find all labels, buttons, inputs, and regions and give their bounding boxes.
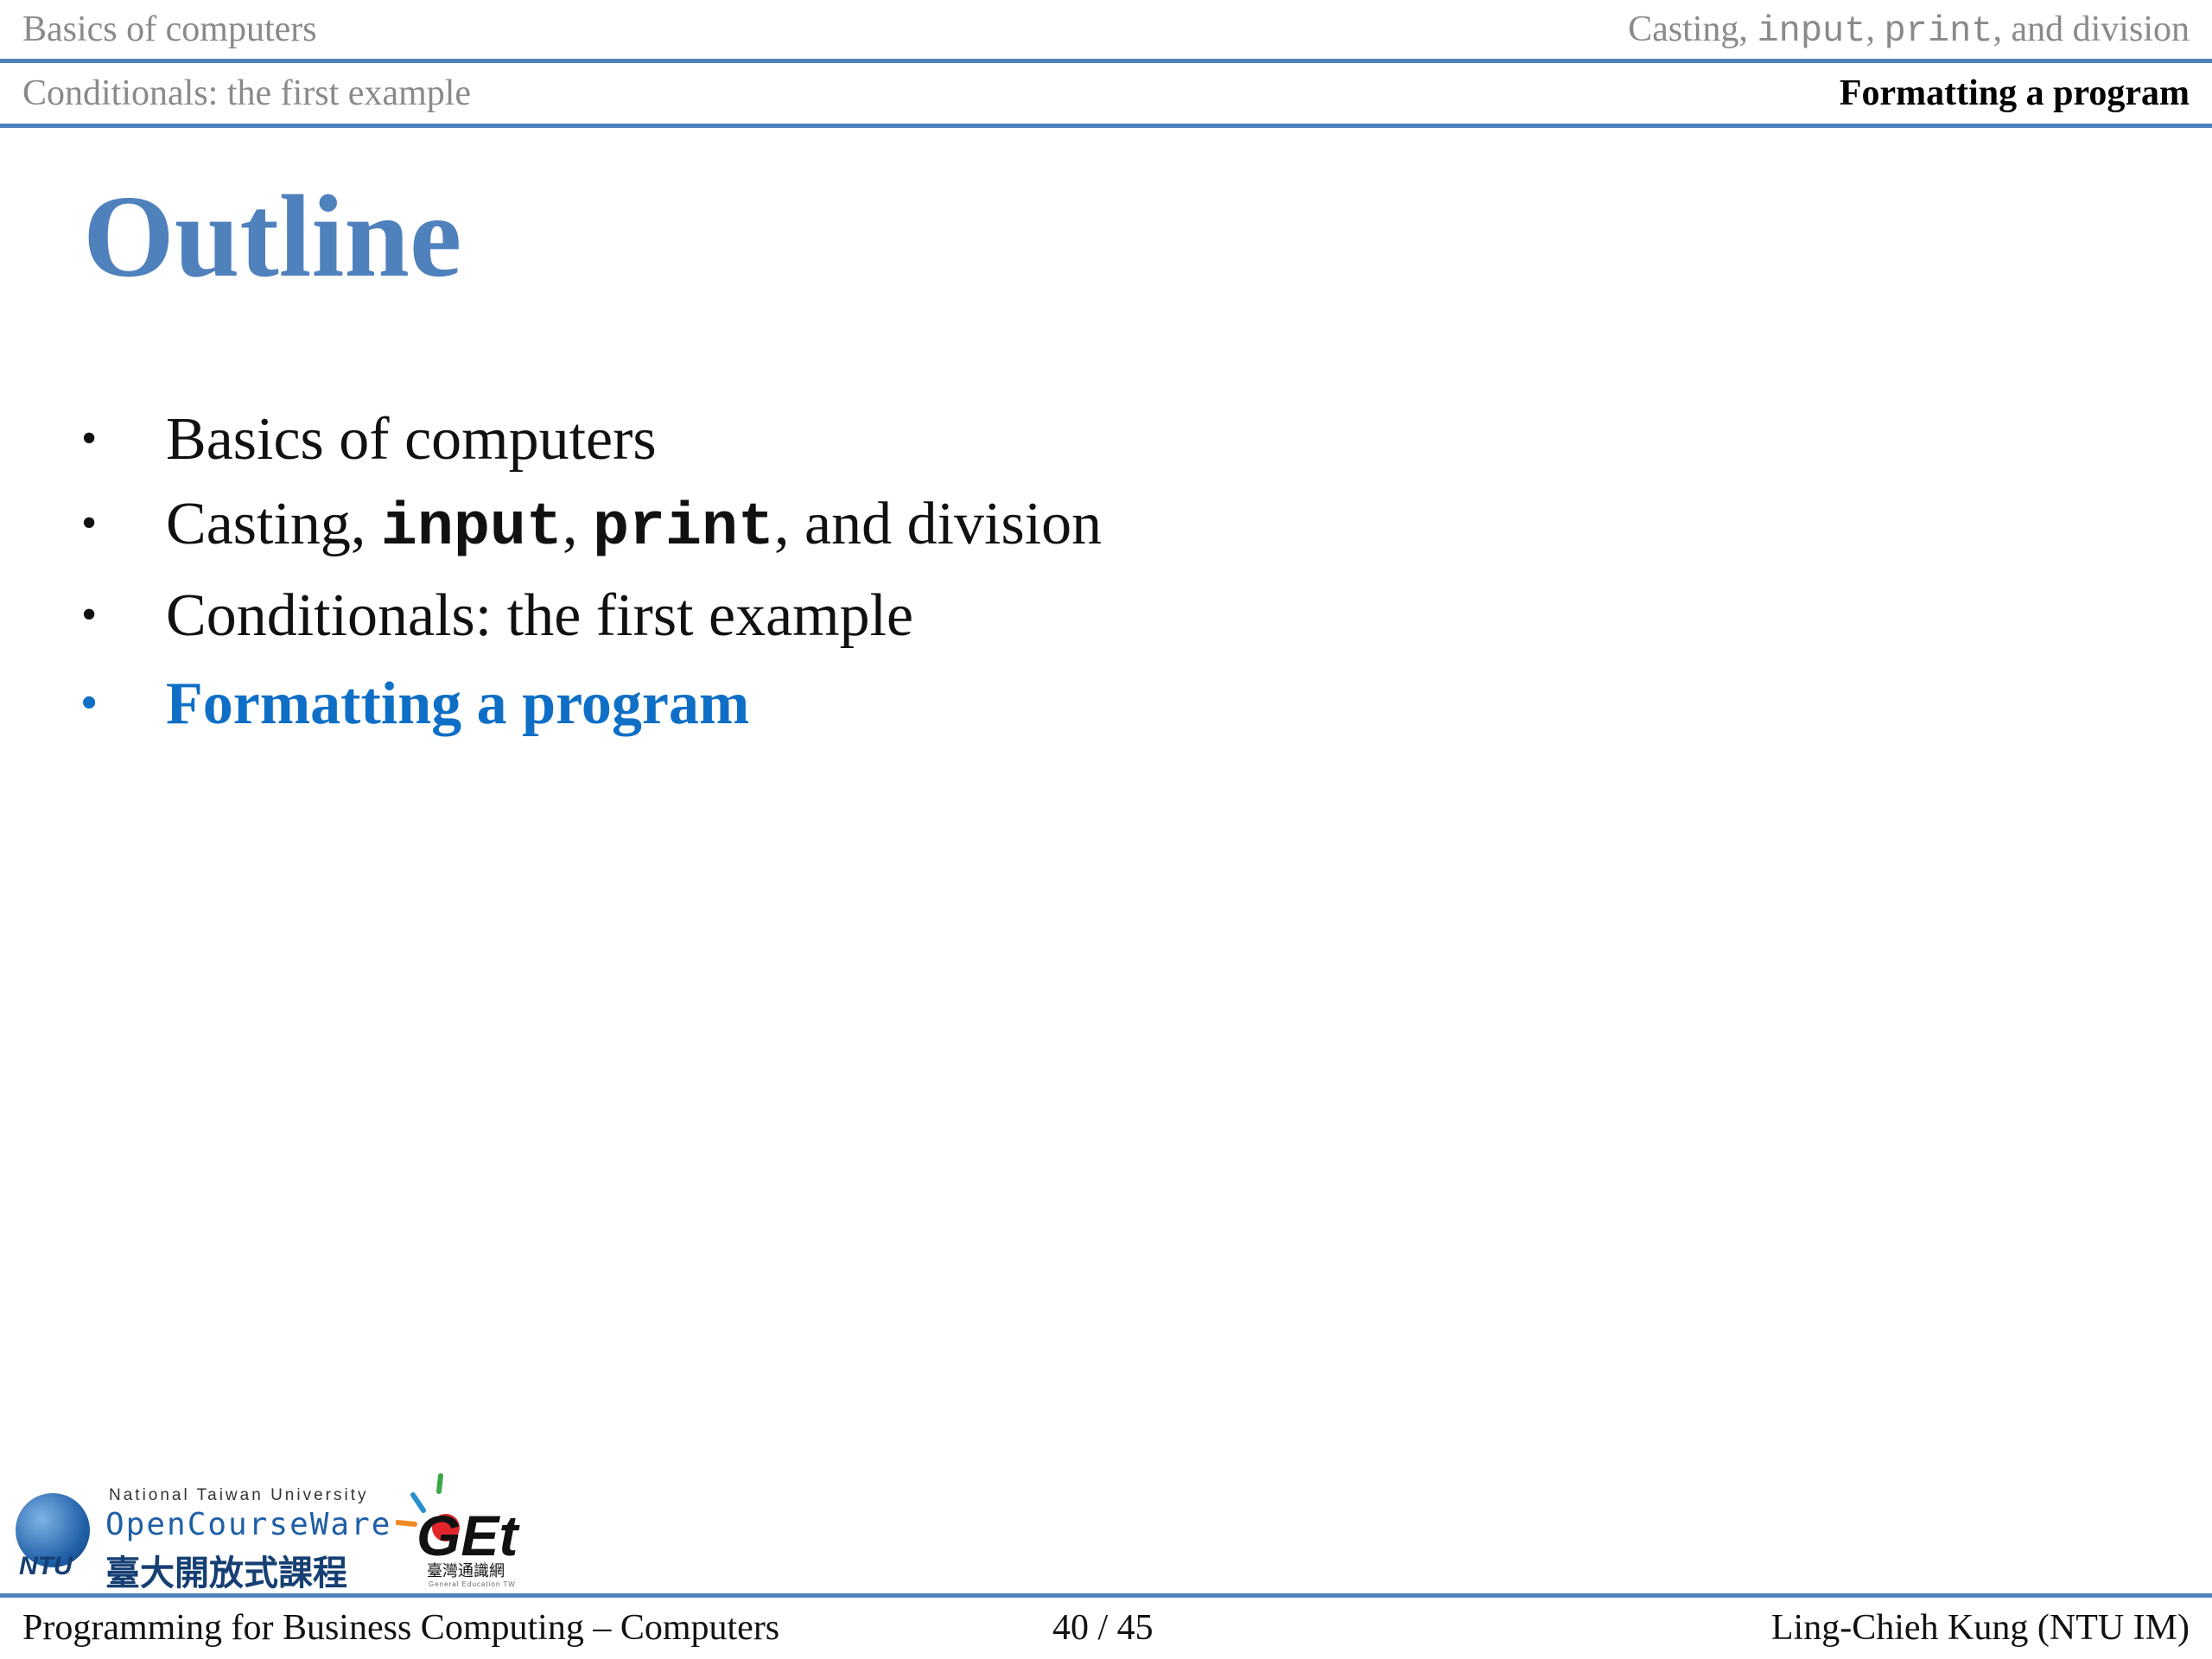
logos: NTU National Taiwan University OpenCours… [16, 1469, 551, 1593]
get-logo-text: GEt [416, 1503, 520, 1567]
casting-prefix: Casting, [166, 491, 381, 557]
nav-casting-sep: , [1866, 10, 1885, 49]
bullet: • [81, 678, 98, 728]
nav-casting-code-print: print [1884, 10, 1993, 52]
nav-section-conditionals[interactable]: Conditionals: the first example [22, 73, 471, 114]
ocw-university-text: National Taiwan University [109, 1486, 369, 1504]
nav-casting-suffix: , and division [1993, 10, 2190, 49]
nav-casting-code-input: input [1757, 10, 1866, 52]
outline-item-text: Formatting a program [166, 671, 750, 737]
code-input: input [380, 494, 563, 563]
footer-divider [0, 1593, 2212, 1598]
nav-section-casting[interactable]: Casting, input, print, and division [1628, 9, 2190, 52]
footer-page-number: 40 / 45 [1052, 1608, 1154, 1648]
outline-item-text: Casting, input, print, and division [166, 494, 1102, 559]
casting-suffix: , and division [774, 491, 1103, 557]
get-logo-english: General Education TW [429, 1580, 516, 1588]
slide-title: Outline [83, 172, 462, 302]
bullet: • [81, 414, 98, 463]
header-divider-bottom [0, 124, 2212, 128]
outline-item-text: Conditionals: the first example [166, 582, 914, 649]
footer-author: Ling-Chieh Kung (NTU IM) [1770, 1608, 2190, 1648]
nav-section-basics[interactable]: Basics of computers [22, 9, 317, 50]
get-logo-chinese: 臺灣通識網 [427, 1562, 505, 1580]
nav-section-formatting[interactable]: Formatting a program [1840, 73, 2190, 114]
nav-casting-prefix: Casting, [1628, 10, 1758, 49]
get-logo: GEt 臺灣通識網 General Education TW [396, 1473, 520, 1588]
footer-course-title: Programming for Business Computing – Com… [22, 1608, 780, 1648]
ntu-logo-text: NTU [19, 1552, 73, 1580]
header-divider-top [0, 59, 2212, 63]
ocw-chinese-text: 臺大開放式課程 [105, 1554, 347, 1593]
code-print: print [592, 494, 774, 563]
outline-item-text: Basics of computers [166, 406, 657, 473]
bullet: • [81, 590, 98, 639]
bullet: • [81, 499, 98, 548]
ocw-name-text: OpenCourseWare [105, 1507, 392, 1542]
casting-sep: , [562, 491, 593, 557]
